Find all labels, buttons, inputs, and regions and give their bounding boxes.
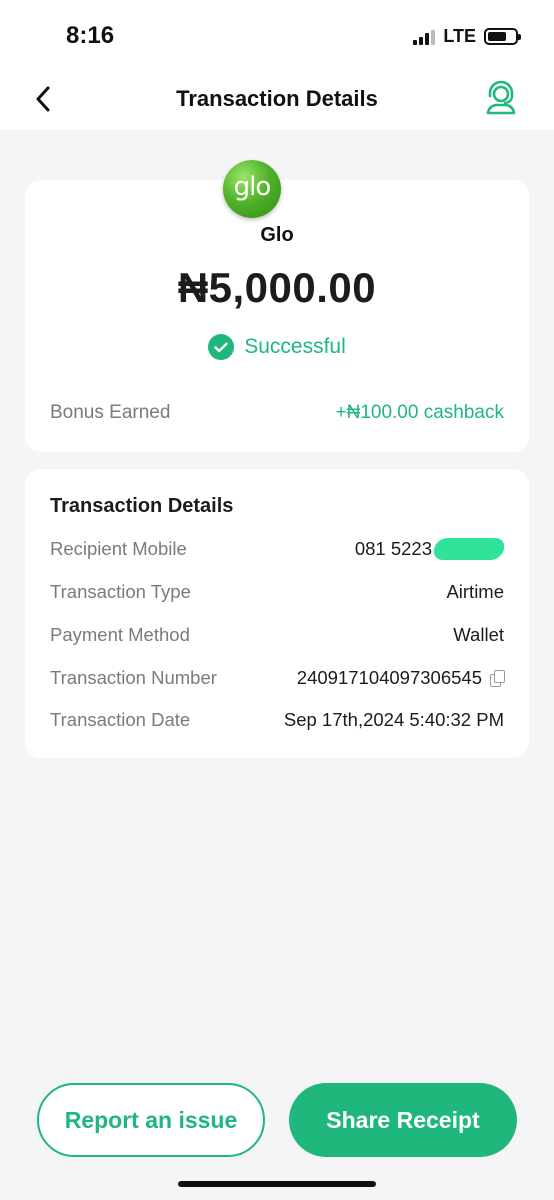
- detail-row-recipient: Recipient Mobile 081 5223: [50, 538, 507, 560]
- customer-support-button[interactable]: [484, 80, 518, 116]
- battery-icon: [484, 28, 521, 45]
- navigation-bar: Transaction Details: [0, 70, 554, 130]
- detail-value: 081 5223: [354, 538, 507, 560]
- recipient-mobile: 081 5223: [354, 538, 432, 559]
- detail-row-date: Transaction Date Sep 17th,2024 5:40:32 P…: [50, 709, 504, 731]
- status-bar: 8:16 LTE: [0, 0, 554, 70]
- signal-icon: [413, 29, 436, 45]
- logo-text: glo: [233, 172, 272, 202]
- redaction-mark: [431, 538, 507, 560]
- detail-row-type: Transaction Type Airtime: [50, 581, 504, 603]
- detail-value: Airtime: [446, 581, 504, 602]
- page-title: Transaction Details: [176, 86, 378, 111]
- report-issue-button[interactable]: Report an issue: [37, 1083, 265, 1157]
- network-type: LTE: [443, 26, 476, 46]
- glo-logo: glo: [223, 160, 281, 218]
- copy-icon[interactable]: [490, 670, 505, 687]
- status-time: 8:16: [66, 22, 115, 49]
- detail-label: Transaction Date: [50, 709, 191, 730]
- detail-label: Recipient Mobile: [50, 538, 187, 559]
- check-circle-icon: [208, 334, 235, 360]
- detail-row-number: Transaction Number 240917104097306545: [50, 667, 505, 689]
- status-row: Successful: [0, 334, 554, 360]
- details-heading: Transaction Details: [50, 495, 234, 517]
- share-receipt-button[interactable]: Share Receipt: [289, 1083, 517, 1157]
- provider-name: Glo: [260, 224, 294, 246]
- detail-label: Payment Method: [50, 624, 190, 645]
- detail-value: Sep 17th,2024 5:40:32 PM: [283, 709, 504, 730]
- transaction-number: 240917104097306545: [296, 667, 482, 688]
- bonus-row: Bonus Earned +₦100.00 cashback: [50, 402, 504, 424]
- home-indicator[interactable]: [178, 1181, 376, 1187]
- bonus-label: Bonus Earned: [50, 402, 171, 423]
- status-text: Successful: [244, 335, 346, 358]
- customer-support-icon: [486, 80, 516, 115]
- bonus-value: +₦100.00 cashback: [335, 402, 504, 423]
- detail-row-payment: Payment Method Wallet: [50, 624, 504, 646]
- status-indicators: LTE: [413, 26, 521, 47]
- detail-label: Transaction Type: [50, 581, 191, 602]
- detail-value: 240917104097306545: [296, 667, 505, 689]
- detail-value: Wallet: [453, 624, 504, 645]
- transaction-amount: ₦5,000.00: [177, 264, 377, 311]
- detail-label: Transaction Number: [50, 667, 217, 688]
